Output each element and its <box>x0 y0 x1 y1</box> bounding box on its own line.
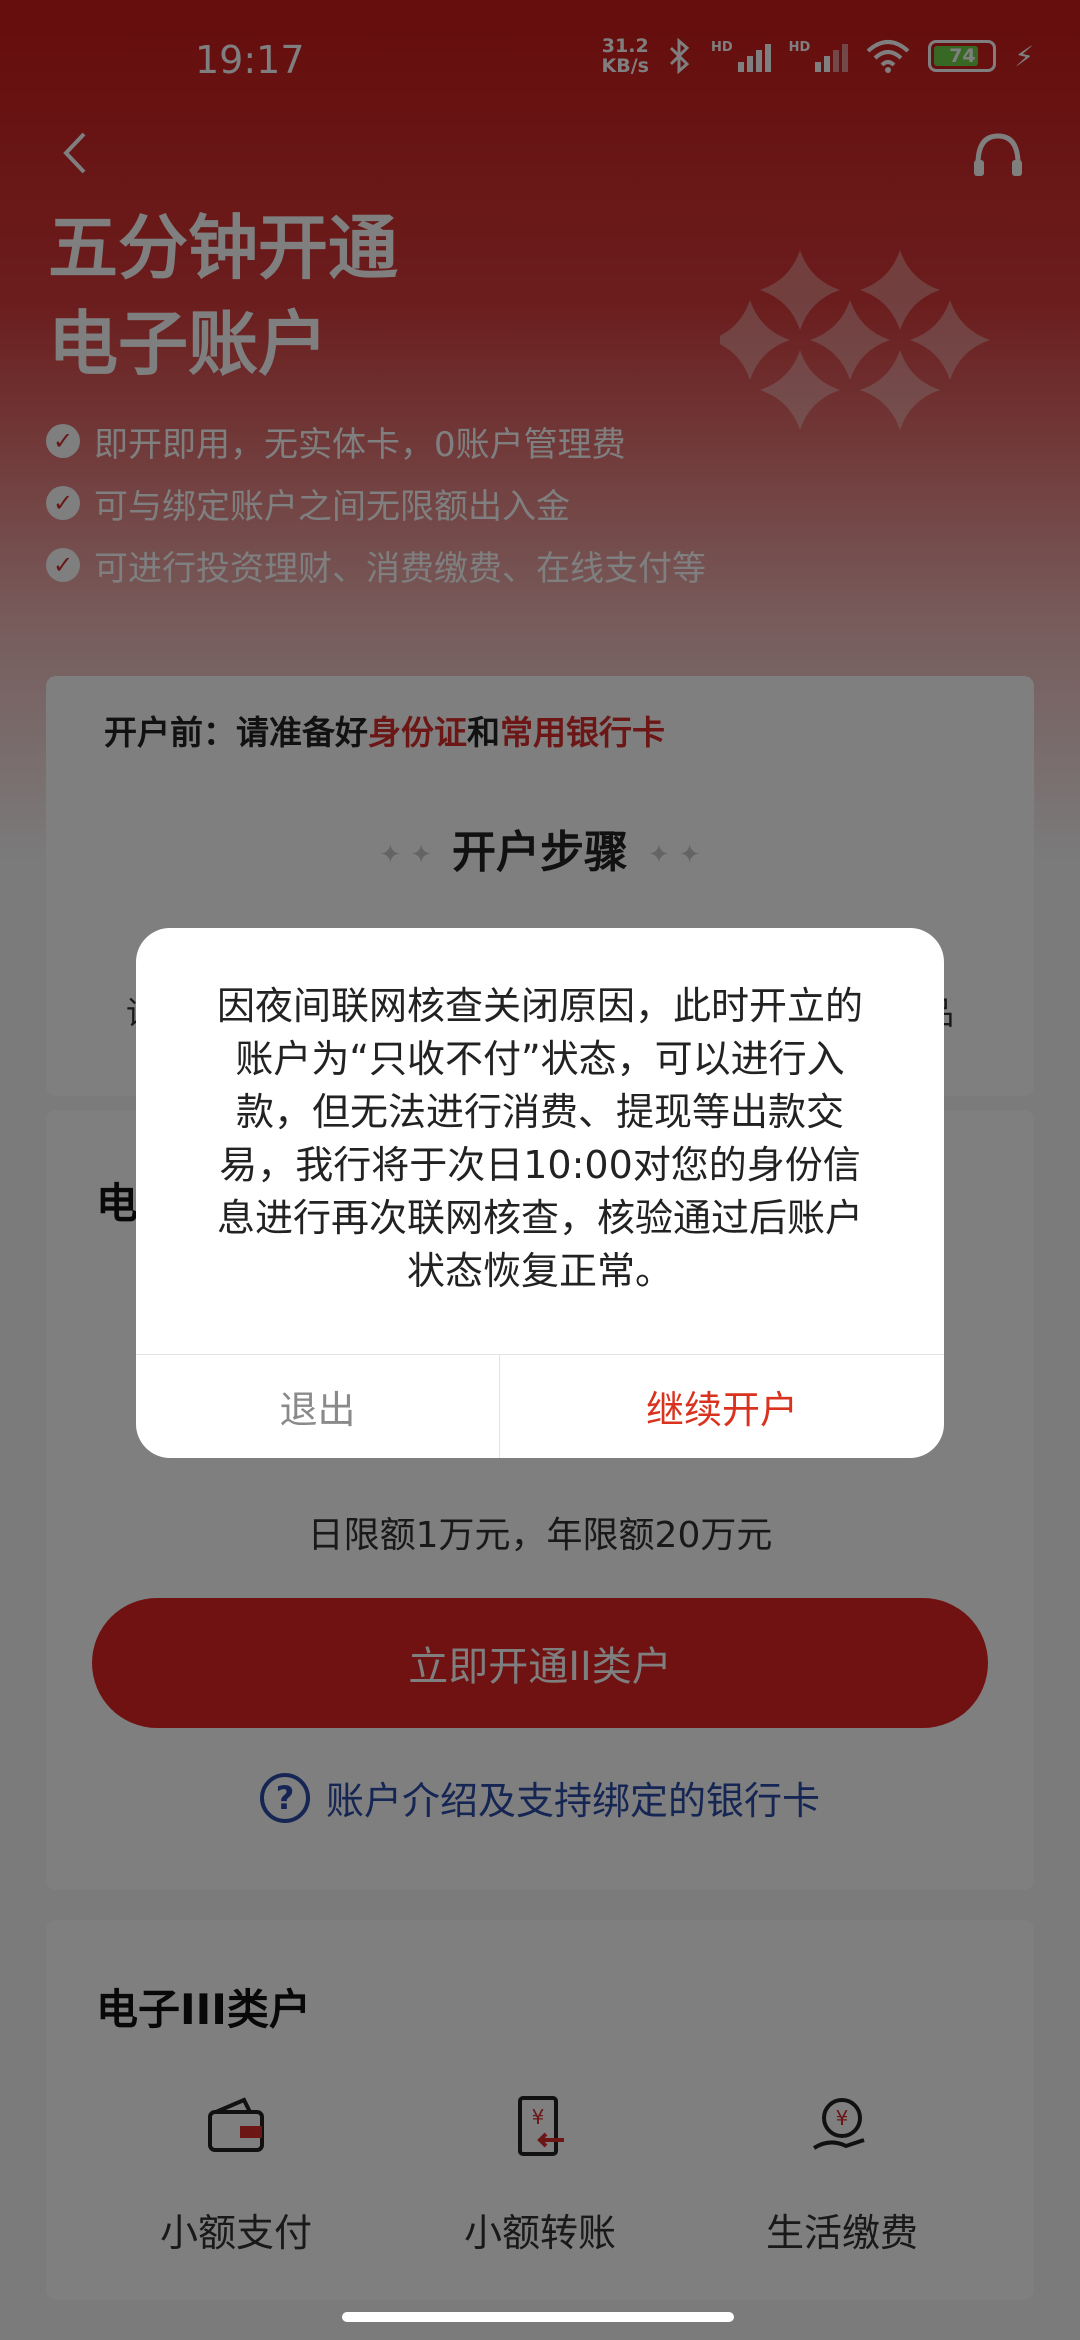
dialog-actions: 退出 继续开户 <box>136 1354 944 1458</box>
dialog-message: 因夜间联网核查关闭原因，此时开立的账户为“只收不付”状态，可以进行入款，但无法进… <box>216 984 863 1293</box>
home-indicator[interactable] <box>342 2312 734 2322</box>
continue-open-button[interactable]: 继续开户 <box>500 1355 944 1458</box>
exit-button[interactable]: 退出 <box>136 1355 500 1458</box>
night-verification-dialog: 因夜间联网核查关闭原因，此时开立的账户为“只收不付”状态，可以进行入款，但无法进… <box>136 928 944 1458</box>
